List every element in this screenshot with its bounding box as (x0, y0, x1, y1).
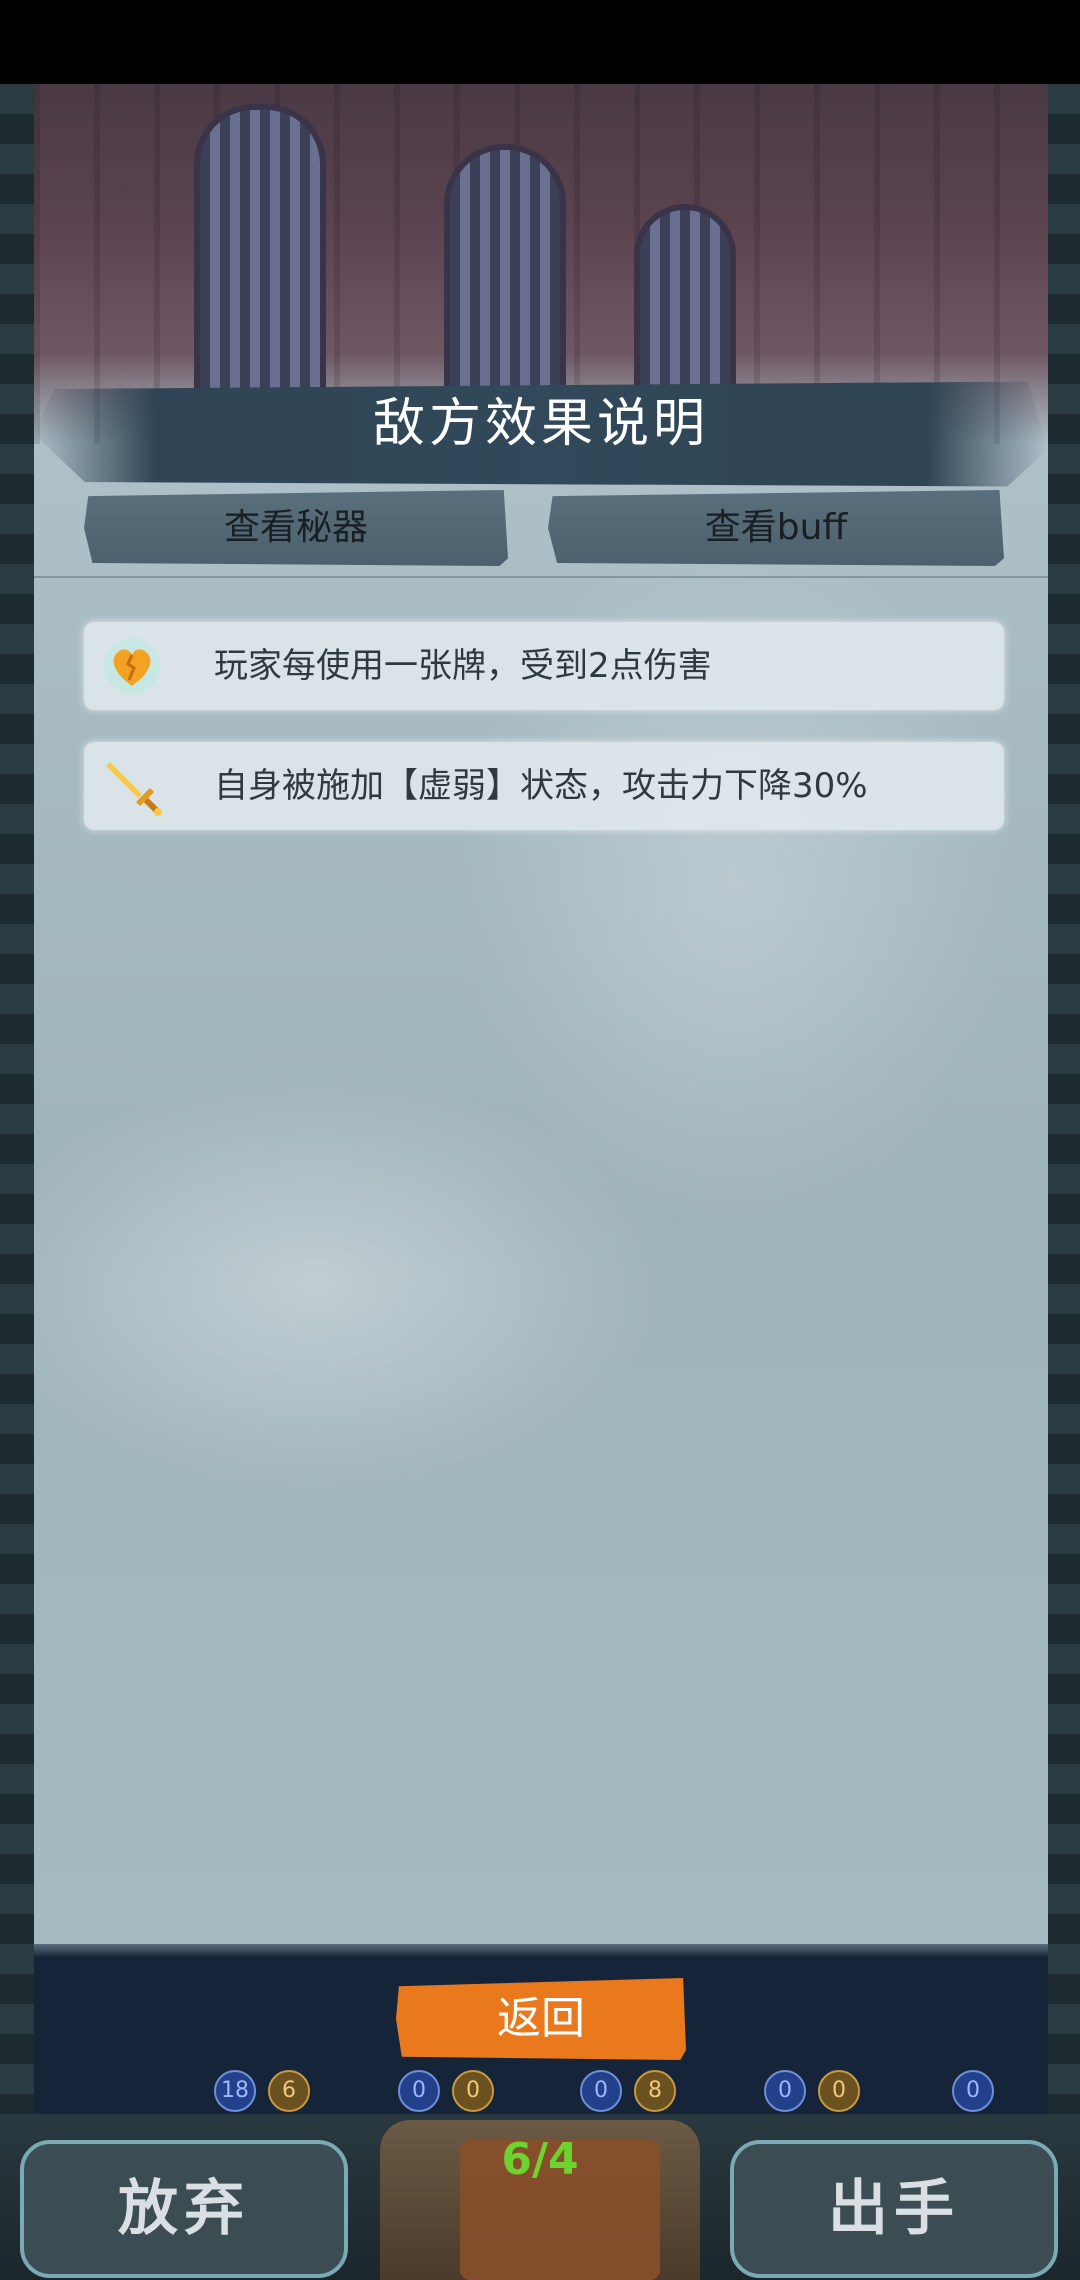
stat-token: 0 (764, 2070, 806, 2112)
battle-stats-row: 18 6 0 0 0 8 0 0 0 (34, 2070, 1048, 2114)
stat-token: 18 (214, 2070, 256, 2112)
abandon-button[interactable]: 放弃 (20, 2140, 348, 2278)
effect-text: 自身被施加【虚弱】状态，攻击力下降30% (214, 766, 868, 806)
effect-text: 玩家每使用一张牌，受到2点伤害 (214, 646, 712, 686)
left-border-decoration (0, 84, 34, 2280)
return-button[interactable]: 返回 (396, 1978, 686, 2060)
right-border-decoration (1048, 84, 1080, 2280)
effect-item: 玩家每使用一张牌，受到2点伤害 (84, 622, 1004, 710)
golden-sword-icon (106, 762, 162, 816)
stat-token: 0 (818, 2070, 860, 2112)
stat-token: 8 (634, 2070, 676, 2112)
stat-token: 0 (398, 2070, 440, 2112)
tab-view-buffs[interactable]: 查看buff (548, 490, 1004, 566)
bottom-bar-edge (34, 1944, 1048, 1956)
stat-token: 0 (452, 2070, 494, 2112)
stat-token: 6 (268, 2070, 310, 2112)
broken-heart-icon (104, 638, 160, 694)
cathedral-window (194, 104, 326, 416)
effect-item: 自身被施加【虚弱】状态，攻击力下降30% (84, 742, 1004, 830)
stat-token: 0 (952, 2070, 994, 2112)
status-bar (0, 0, 1080, 84)
play-button[interactable]: 出手 (730, 2140, 1058, 2278)
tab-view-artifacts[interactable]: 查看秘器 (84, 490, 508, 566)
enemy-effects-panel: 敌方效果说明 查看秘器 查看buff 玩家每使用一张牌，受到2点伤害 自身被施加… (34, 84, 1048, 1944)
stat-token: 0 (580, 2070, 622, 2112)
divider (34, 576, 1048, 578)
page-title: 敌方效果说明 (372, 394, 709, 454)
deck-count: 6/4 (501, 2134, 579, 2185)
